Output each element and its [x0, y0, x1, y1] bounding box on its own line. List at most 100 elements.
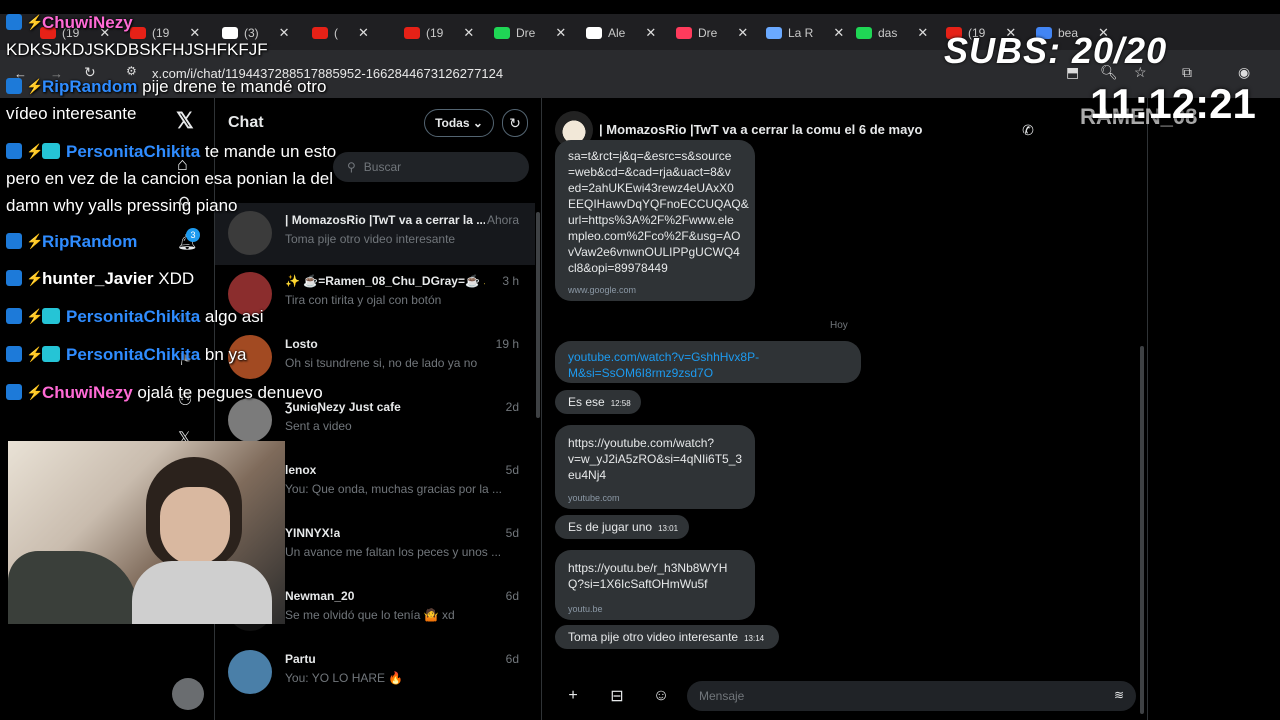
overlay-chat-line: ⚡hunter_Javier XDD — [6, 269, 194, 289]
browser-tab[interactable]: Dre ✕ — [676, 20, 748, 46]
overlay-message: damn why yalls pressing piano — [6, 196, 238, 215]
emoji-button[interactable]: ☺ — [649, 684, 673, 708]
overlay-username: PersonitaChikita — [66, 345, 201, 364]
overlay-chat-line: ⚡ PersonitaChikita bn ya — [6, 345, 246, 365]
badge-icon — [42, 346, 60, 362]
message-link[interactable]: youtube.com/watch?v=GshhHvx8P- M&si=SsOM… — [568, 349, 759, 381]
lightning-icon: ⚡ — [26, 78, 44, 94]
filter-label: Todas — [435, 116, 470, 130]
overlay-username: PersonitaChikita — [66, 142, 201, 161]
streamer-shirt — [132, 561, 272, 624]
chat-header-name[interactable]: | MomazosRio |TwT va a cerrar la comu el… — [599, 122, 922, 137]
overlay-chat-line: vídeo interesante — [6, 104, 136, 124]
message-bubble[interactable]: youtube.com/watch?v=GshhHvx8P- M&si=SsOM… — [555, 341, 861, 383]
overlay-message: vídeo interesante — [6, 104, 137, 123]
tab-favicon-icon — [766, 27, 782, 39]
list-scrollbar[interactable] — [536, 212, 540, 418]
tab-label: (19 — [426, 26, 444, 40]
tab-label: Ale — [608, 26, 626, 40]
badge-icon — [6, 384, 22, 400]
conversation-item[interactable]: Partu 6d You: YO LO HARE 🔥 — [215, 642, 535, 704]
overlay-chat-line: ⚡ChuwiNezy — [6, 13, 133, 33]
message-bubble[interactable]: Toma pije otro video interesante 13:14 — [555, 625, 779, 649]
overlay-chat-line: ⚡ PersonitaChikita te mande un esto — [6, 142, 336, 162]
stream-chat-overlay: ⚡ChuwiNezy KDKSJKDJSKDBSKFHJSHFKFJF ⚡RipR… — [0, 0, 420, 440]
conversation-preview: Se me olvidó que lo tenía 🤷 xd — [285, 608, 455, 622]
message-bubble[interactable]: https://youtu.be/r_h3Nb8WYH Q?si=1X6IcSa… — [555, 550, 755, 620]
streamer-face — [160, 487, 230, 565]
link-domain: youtu.be — [568, 604, 603, 614]
conversation-time: 5d — [505, 463, 519, 477]
message-input[interactable]: Mensaje ≋ — [687, 681, 1136, 711]
browser-tab[interactable]: La R ✕ — [766, 20, 844, 46]
close-icon[interactable]: ✕ — [463, 25, 474, 41]
voice-icon[interactable]: ≋ — [1114, 688, 1124, 702]
message-bubble[interactable]: Es de jugar uno 13:01 — [555, 515, 689, 539]
conversation-name: Newman_20 — [285, 589, 355, 603]
overlay-username: RipRandom — [42, 77, 138, 96]
overlay-username: RipRandom — [42, 232, 138, 251]
close-icon[interactable]: ✕ — [833, 25, 844, 41]
tab-favicon-icon — [494, 27, 510, 39]
tab-label: La R — [788, 26, 814, 40]
overlay-chat-line: ⚡RipRandom — [6, 232, 137, 252]
close-icon[interactable]: ✕ — [737, 25, 748, 41]
overlay-message: XDD — [158, 269, 195, 288]
conversation-time: Ahora — [486, 213, 519, 227]
close-icon[interactable]: ✕ — [645, 25, 656, 41]
browser-tab[interactable]: Dre ✕ — [494, 20, 566, 46]
overlay-chat-line: KDKSJKDJSKDBSKFHJSHFKFJF — [6, 40, 268, 60]
badge-icon — [6, 346, 22, 362]
link-domain: www.google.com — [568, 285, 637, 295]
message-text[interactable]: https://youtu.be/r_h3Nb8WYH Q?si=1X6IcSa… — [568, 560, 727, 592]
lightning-icon: ⚡ — [26, 346, 44, 362]
badge-icon — [6, 14, 22, 30]
badge-icon — [6, 233, 22, 249]
overlay-username: ChuwiNezy — [42, 13, 133, 32]
overlay-message: bn ya — [204, 345, 247, 364]
conversation-preview: You: YO LO HARE 🔥 — [285, 671, 404, 685]
conversation-name: YINNYX!a — [285, 526, 341, 540]
refresh-icon: ↻ — [509, 114, 521, 131]
profile-icon[interactable]: ◉ — [1238, 64, 1250, 81]
message-text[interactable]: https://youtube.com/watch? v=w_yJ2iA5zRO… — [568, 435, 742, 483]
lightning-icon: ⚡ — [26, 143, 44, 159]
overlay-username: ChuwiNezy — [42, 383, 133, 402]
badge-icon — [6, 143, 22, 159]
message-bubble[interactable]: https://youtube.com/watch? v=w_yJ2iA5zRO… — [555, 425, 755, 509]
overlay-chat-line: ⚡ PersonitaChikita algo asi — [6, 307, 264, 327]
message-text: Es ese — [568, 395, 605, 409]
account-avatar[interactable] — [172, 678, 204, 710]
overlay-chat-line: ⚡ChuwiNezy ojalá te pegues denuevo — [6, 383, 323, 403]
filter-dropdown[interactable]: Todas ⌄ — [424, 109, 494, 137]
message-time: 13:01 — [658, 524, 679, 533]
lightning-icon: ⚡ — [26, 14, 44, 30]
browser-tab[interactable]: Ale ✕ — [586, 20, 656, 46]
subs-counter: SUBS: 20/20 — [944, 30, 1168, 71]
gif-icon: ⊟ — [610, 688, 624, 705]
conversation-time: 2d — [505, 400, 519, 414]
message-bubble[interactable]: sa=t&rct=j&q=&esrc=s&source =web&cd=&cad… — [555, 140, 755, 301]
conversation-preview: Un avance me faltan los peces y unos ... — [285, 545, 502, 559]
badge-icon — [6, 308, 22, 324]
overlay-username: hunter_Javier — [42, 269, 154, 288]
browser-tab[interactable]: das ✕ — [856, 20, 928, 46]
call-button[interactable]: ✆ — [1014, 116, 1042, 144]
extensions-icon[interactable]: ⧉ — [1182, 64, 1192, 81]
chevron-down-icon: ⌄ — [472, 116, 483, 130]
message-time: 12:58 — [610, 399, 631, 408]
avatar — [228, 650, 272, 694]
lightning-icon: ⚡ — [26, 233, 44, 249]
tab-favicon-icon — [676, 27, 692, 39]
message-bubble[interactable]: Es ese 12:58 — [555, 390, 641, 414]
refresh-button[interactable]: ↻ — [502, 109, 528, 137]
blanket — [8, 551, 138, 624]
add-attachment-button[interactable]: + — [561, 684, 585, 708]
conversation-name: lenox — [285, 463, 317, 477]
close-icon[interactable]: ✕ — [917, 25, 928, 41]
close-icon[interactable]: ✕ — [555, 25, 566, 41]
chat-scrollbar[interactable] — [1140, 346, 1144, 714]
lightning-icon: ⚡ — [26, 308, 44, 324]
badge-icon — [42, 308, 60, 324]
gif-button[interactable]: ⊟ — [605, 684, 629, 708]
